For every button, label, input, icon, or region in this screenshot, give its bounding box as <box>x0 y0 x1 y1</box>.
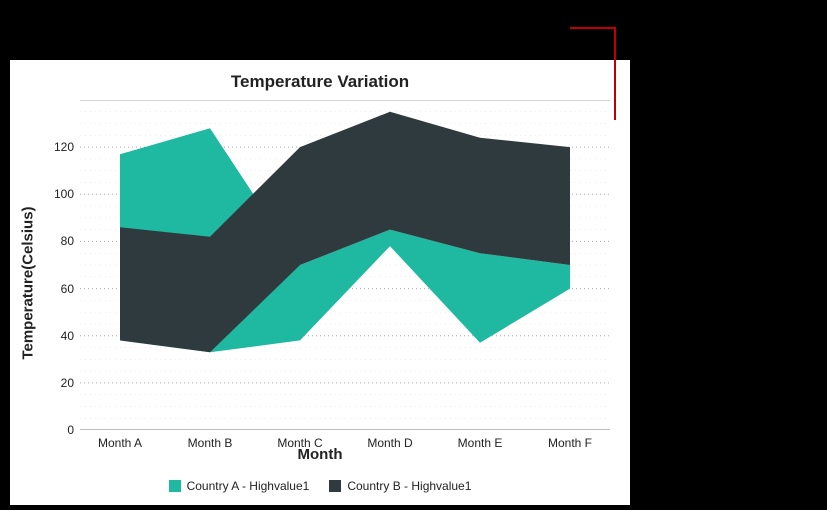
legend-item[interactable]: Country B - Highvalue1 <box>329 479 471 493</box>
y-axis-label: Temperature(Celsius) <box>20 206 37 359</box>
y-tick: 80 <box>61 234 80 248</box>
legend: Country A - Highvalue1 Country B - Highva… <box>10 479 630 495</box>
legend-label: Country B - Highvalue1 <box>347 479 471 493</box>
y-tick: 20 <box>61 376 80 390</box>
y-tick: 60 <box>61 282 80 296</box>
legend-swatch <box>329 480 341 492</box>
y-tick: 0 <box>67 423 80 437</box>
chart-panel: Temperature Variation Temperature(Celsiu… <box>10 60 630 505</box>
y-tick: 100 <box>54 187 80 201</box>
x-axis-label: Month <box>10 446 630 463</box>
legend-item[interactable]: Country A - Highvalue1 <box>169 479 310 493</box>
y-tick: 40 <box>61 329 80 343</box>
legend-label: Country A - Highvalue1 <box>187 479 310 493</box>
chart-title: Temperature Variation <box>10 72 630 92</box>
legend-swatch <box>169 480 181 492</box>
y-tick: 120 <box>54 140 80 154</box>
plot-area: 020406080100120Month AMonth BMonth CMont… <box>80 100 610 430</box>
